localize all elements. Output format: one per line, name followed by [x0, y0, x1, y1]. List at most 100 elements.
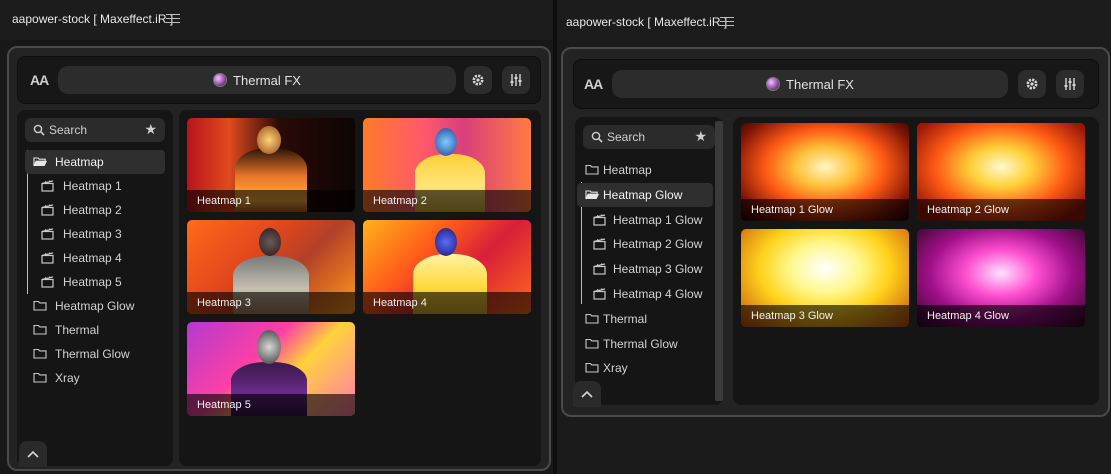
- search-icon: [33, 124, 45, 136]
- panel-left: aapower-stock [ Maxeffect.iR ] AA Therma…: [0, 0, 553, 474]
- thumbnail-card[interactable]: Heatmap 2: [363, 118, 531, 212]
- header-toolbar: AA Thermal FX: [573, 59, 1099, 109]
- folder-icon: [33, 348, 47, 362]
- app-title: Thermal FX: [786, 76, 854, 92]
- search-input[interactable]: Search ★: [25, 118, 165, 142]
- tree-item-folder[interactable]: Thermal: [17, 318, 173, 342]
- thumbnail-card[interactable]: Heatmap 2 Glow: [917, 123, 1085, 221]
- tree-item-label: Xray: [55, 371, 80, 385]
- tree-item-folder[interactable]: Heatmap Glow: [577, 182, 713, 207]
- title-pill: Thermal FX: [612, 70, 1008, 98]
- tree-item-label: Heatmap 5: [63, 275, 122, 289]
- search-placeholder: Search: [49, 123, 88, 137]
- settings-button[interactable]: [464, 66, 492, 94]
- gear-icon: [472, 74, 484, 86]
- tree-item-label: Heatmap 4 Glow: [613, 287, 703, 301]
- clip-icon: [41, 252, 54, 267]
- tree-item-label: Thermal Glow: [603, 336, 678, 351]
- adjust-button[interactable]: [1056, 70, 1084, 98]
- thumbnail-card[interactable]: Heatmap 4 Glow: [917, 229, 1085, 327]
- font-size-toggle[interactable]: AA: [30, 72, 49, 88]
- star-icon[interactable]: ★: [694, 129, 707, 143]
- tree-item-label: Thermal: [603, 311, 648, 326]
- logo-icon: [766, 77, 781, 91]
- thumbnail-caption: Heatmap 2: [373, 195, 427, 207]
- tab-title[interactable]: aapower-stock [ Maxeffect.iR ]: [566, 15, 727, 29]
- tree-item-clip[interactable]: Heatmap 5: [17, 270, 173, 294]
- tree-item-clip[interactable]: Heatmap 4: [17, 246, 173, 270]
- tree-item-clip[interactable]: Heatmap 1: [17, 174, 173, 198]
- folder-icon: [585, 164, 599, 178]
- tree-item-clip[interactable]: Heatmap 1 Glow: [575, 208, 723, 232]
- tab-title[interactable]: aapower-stock [ Maxeffect.iR ]: [12, 12, 173, 26]
- tree-item-folder[interactable]: Thermal: [575, 307, 723, 331]
- folder-open-icon: [33, 156, 48, 170]
- thumbnail-gallery: Heatmap 1 Heatmap 2 Heatmap 3 Heatmap 4: [179, 110, 541, 466]
- thumbnail-card[interactable]: Heatmap 3 Glow: [741, 229, 909, 327]
- thumbnail-caption: Heatmap 2 Glow: [927, 204, 1009, 216]
- folder-open-icon: [585, 189, 600, 203]
- thumbnail-card[interactable]: Heatmap 1: [187, 118, 355, 212]
- tree-item-clip[interactable]: Heatmap 2 Glow: [575, 232, 723, 256]
- clip-icon: [41, 204, 54, 219]
- folder-icon: [33, 372, 47, 386]
- hamburger-menu-icon[interactable]: [720, 14, 734, 28]
- tab-bar: aapower-stock [ Maxeffect.iR ]: [0, 0, 553, 40]
- tree-item-label: Heatmap 2 Glow: [613, 237, 703, 252]
- thumbnail-caption: Heatmap 4 Glow: [927, 310, 1009, 322]
- sidebar-scrollbar[interactable]: [715, 121, 723, 401]
- thumbnail-caption: Heatmap 3: [197, 297, 251, 309]
- folder-icon: [585, 313, 599, 327]
- tree-item-folder[interactable]: Thermal Glow: [575, 332, 723, 356]
- search-input[interactable]: Search ★: [583, 125, 715, 149]
- tree-item-label: Heatmap 2: [63, 203, 122, 217]
- thumbnail-gallery: Heatmap 1 Glow Heatmap 2 Glow Heatmap 3 …: [733, 117, 1099, 405]
- hamburger-menu-icon[interactable]: [166, 11, 180, 25]
- tree-item-folder[interactable]: Heatmap Glow: [17, 294, 173, 318]
- gear-icon: [1026, 78, 1038, 90]
- thumbnail-card[interactable]: Heatmap 1 Glow: [741, 123, 909, 221]
- tree-item-label: Heatmap 3: [63, 227, 122, 241]
- settings-button[interactable]: [1018, 70, 1046, 98]
- tree-item-label: Thermal Glow: [55, 347, 130, 361]
- tree-item-clip[interactable]: Heatmap 3: [17, 222, 173, 246]
- adjust-button[interactable]: [502, 66, 530, 94]
- font-size-toggle[interactable]: AA: [584, 76, 603, 92]
- star-icon[interactable]: ★: [144, 122, 157, 136]
- clip-icon: [593, 213, 606, 229]
- tree-item-folder[interactable]: Xray: [17, 366, 173, 390]
- tree-item-clip[interactable]: Heatmap 3 Glow: [575, 257, 723, 281]
- thumbnail-card[interactable]: Heatmap 5: [187, 322, 355, 416]
- scroll-top-button[interactable]: [19, 441, 47, 467]
- tree-item-folder[interactable]: Heatmap: [575, 158, 723, 182]
- sliders-icon: [1064, 78, 1076, 90]
- thumbnail-card[interactable]: Heatmap 4: [363, 220, 531, 314]
- tree-item-label: Xray: [603, 361, 628, 376]
- thumbnail-caption: Heatmap 3 Glow: [751, 310, 833, 322]
- search-placeholder: Search: [607, 130, 646, 144]
- chevron-up-icon: [581, 390, 593, 398]
- folder-icon: [33, 324, 47, 338]
- scroll-top-button[interactable]: [573, 381, 601, 407]
- tree-item-folder[interactable]: Heatmap: [25, 150, 165, 174]
- thumbnail-card[interactable]: Heatmap 3: [187, 220, 355, 314]
- thumbnail-caption: Heatmap 4: [373, 297, 427, 309]
- thumbnail-caption: Heatmap 1 Glow: [751, 204, 833, 216]
- folder-sidebar: Search ★ Heatmap Heatmap 1 Heatmap 2 Heatma…: [17, 110, 173, 466]
- tree-item-label: Heatmap 4: [63, 251, 122, 265]
- tree-item-label: Heatmap 1 Glow: [613, 212, 703, 227]
- tree-item-folder[interactable]: Xray: [575, 356, 723, 380]
- clip-icon: [593, 238, 606, 253]
- clip-icon: [593, 288, 606, 303]
- tree-item-clip[interactable]: Heatmap 2: [17, 198, 173, 222]
- tree-item-label: Heatmap: [603, 163, 652, 177]
- tree-item-clip[interactable]: Heatmap 4 Glow: [575, 282, 723, 306]
- tree-item-label: Thermal: [55, 323, 100, 337]
- tree-item-label: Heatmap 3 Glow: [613, 262, 703, 277]
- tree-item-label: Heatmap Glow: [55, 299, 135, 313]
- tree-item-folder[interactable]: Thermal Glow: [17, 342, 173, 366]
- panel-right: aapower-stock [ Maxeffect.iR ] AA Therma…: [557, 0, 1111, 474]
- header-toolbar: AA Thermal FX: [17, 56, 541, 104]
- search-icon: [591, 131, 603, 143]
- title-pill: Thermal FX: [58, 66, 456, 94]
